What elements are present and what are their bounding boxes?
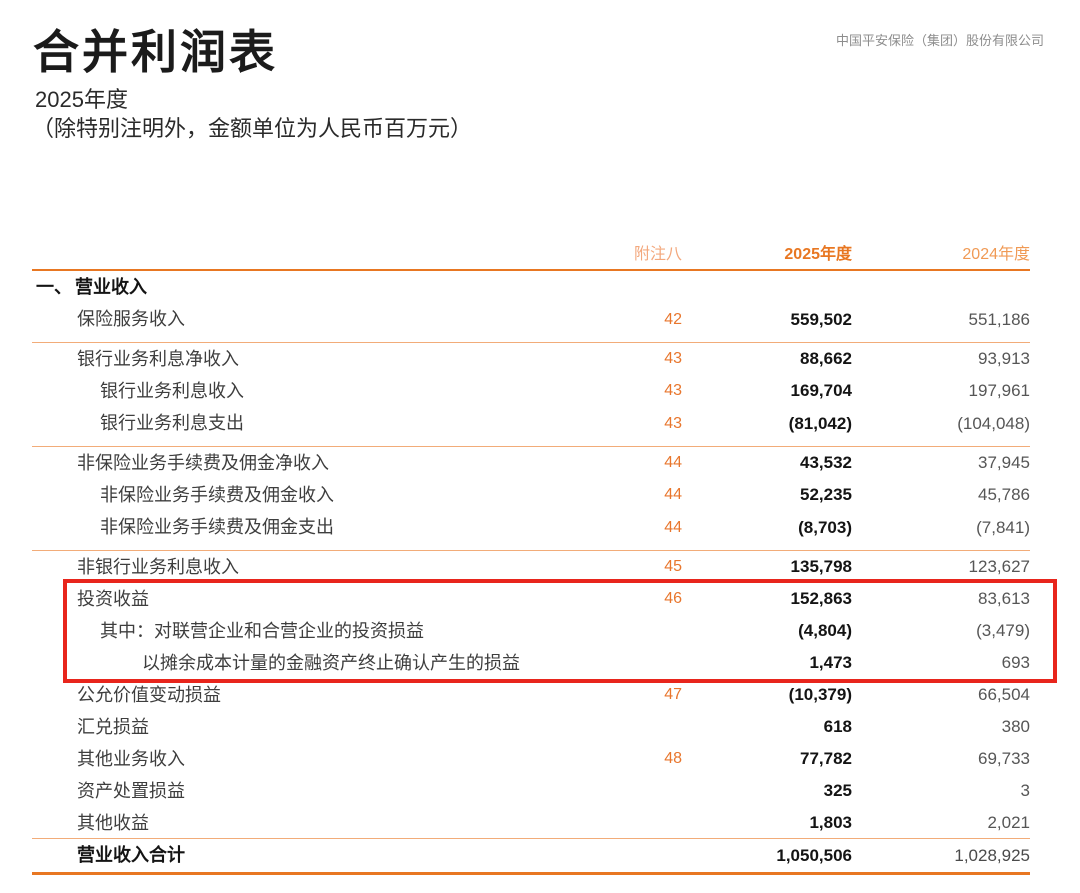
table-row: 公允价值变动损益 47 (10,379) 66,504 [32, 679, 1030, 711]
value-2024: 93,913 [978, 349, 1030, 368]
value-2024: 123,627 [968, 557, 1030, 576]
section-marker: 一、 [36, 277, 72, 297]
col-2025-header: 2025年度 [784, 246, 852, 263]
section-row-operating-income: 一、 营业收入 [32, 271, 1030, 303]
row-label: 公允价值变动损益 [77, 685, 221, 705]
table-row: 非银行业务利息收入 45 135,798 123,627 [32, 551, 1030, 583]
table-row: 银行业务利息支出 43 (81,042) (104,048) [32, 407, 1030, 447]
table-row: 银行业务利息收入 43 169,704 197,961 [32, 375, 1030, 407]
value-2025: (4,804) [798, 621, 852, 640]
col-2024-header: 2024年度 [962, 246, 1030, 263]
table-row: 其他收益 1,803 2,021 [32, 807, 1030, 839]
value-2024: 2,021 [987, 813, 1030, 832]
value-2024: 69,733 [978, 749, 1030, 768]
value-2024: 66,504 [978, 685, 1030, 704]
table-row: 非保险业务手续费及佣金支出 44 (8,703) (7,841) [32, 511, 1030, 551]
value-2025: 169,704 [790, 381, 852, 400]
value-2024: 693 [1001, 653, 1030, 672]
row-label: 银行业务利息收入 [100, 381, 244, 401]
note-ref: 47 [664, 686, 682, 703]
value-2025: 1,803 [809, 813, 852, 832]
value-2025: 1,473 [809, 653, 852, 672]
row-label: 以摊余成本计量的金融资产终止确认产生的损益 [142, 653, 520, 673]
row-label: 其他业务收入 [77, 749, 185, 769]
note-ref: 43 [664, 382, 682, 399]
value-2025: 88,662 [800, 349, 852, 368]
income-statement-table: 附注八 2025年度 2024年度 一、 营业收入 保险服务收入 42 559,… [32, 243, 1030, 875]
note-ref [602, 711, 682, 743]
note-ref [602, 807, 682, 838]
value-2025: (10,379) [788, 685, 852, 704]
value-2025: 325 [823, 781, 852, 800]
note-ref [602, 839, 682, 872]
row-label: 银行业务利息净收入 [77, 349, 239, 369]
note-ref: 43 [664, 415, 682, 432]
note-ref: 46 [664, 590, 682, 607]
note-ref: 42 [664, 311, 682, 328]
value-2024: 380 [1001, 717, 1030, 736]
row-label: 资产处置损益 [77, 781, 185, 801]
table-row: 以摊余成本计量的金融资产终止确认产生的损益 1,473 693 [32, 647, 1030, 679]
note-ref [602, 615, 682, 647]
row-label: 非保险业务手续费及佣金支出 [100, 517, 334, 537]
value-2024: 197,961 [968, 381, 1030, 400]
note-ref: 44 [664, 454, 682, 471]
unit-note: （除特别注明外，金额单位为人民币百万元） [32, 116, 473, 141]
note-ref [602, 647, 682, 679]
table-row: 资产处置损益 325 3 [32, 775, 1030, 807]
row-label: 银行业务利息支出 [100, 413, 244, 433]
value-2025: (8,703) [798, 518, 852, 537]
table-row: 银行业务利息净收入 43 88,662 93,913 [32, 343, 1030, 375]
value-2024: 37,945 [978, 453, 1030, 472]
value-2025: 77,782 [800, 749, 852, 768]
note-ref: 43 [664, 350, 682, 367]
note-ref: 45 [664, 558, 682, 575]
value-2025: 618 [823, 717, 852, 736]
value-2024: (7,841) [976, 518, 1030, 537]
value-2025: 559,502 [790, 310, 852, 329]
report-page: 合并利润表 2025年度 （除特别注明外，金额单位为人民币百万元） 中国平安保险… [0, 0, 1080, 893]
table-row: 其他业务收入 48 77,782 69,733 [32, 743, 1030, 775]
row-label: 其他收益 [77, 813, 149, 833]
table-row: 非保险业务手续费及佣金收入 44 52,235 45,786 [32, 479, 1030, 511]
row-label: 保险服务收入 [77, 309, 185, 329]
table-row: 非保险业务手续费及佣金净收入 44 43,532 37,945 [32, 447, 1030, 479]
table-row-investment-income: 投资收益 46 152,863 83,613 [32, 583, 1030, 615]
table-header: 附注八 2025年度 2024年度 [32, 243, 1030, 271]
header-spacer [32, 243, 602, 269]
company-name: 中国平安保险（集团）股份有限公司 [835, 33, 1044, 48]
row-label: 其中：对联营企业和合营企业的投资损益 [100, 621, 424, 641]
note-ref: 48 [664, 750, 682, 767]
row-label: 投资收益 [77, 589, 149, 609]
table-row: 其中：对联营企业和合营企业的投资损益 (4,804) (3,479) [32, 615, 1030, 647]
note-ref: 44 [664, 486, 682, 503]
table-row: 汇兑损益 618 380 [32, 711, 1030, 743]
value-2024: 3 [1020, 781, 1030, 800]
report-period: 2025年度 [35, 87, 128, 112]
col-note-header: 附注八 [633, 246, 682, 263]
value-2024: 1,028,925 [954, 846, 1030, 865]
value-2025: 135,798 [790, 557, 852, 576]
value-2024: (3,479) [976, 621, 1030, 640]
value-2024: (104,048) [957, 414, 1030, 433]
table-row: 保险服务收入 42 559,502 551,186 [32, 303, 1030, 343]
value-2025: 52,235 [800, 485, 852, 504]
value-2024: 83,613 [978, 589, 1030, 608]
value-2025: 1,050,506 [776, 846, 852, 865]
row-label: 营业收入合计 [77, 845, 185, 865]
row-label: 非银行业务利息收入 [77, 557, 239, 577]
row-label: 汇兑损益 [77, 717, 149, 737]
value-2024: 551,186 [968, 310, 1030, 329]
value-2024: 45,786 [978, 485, 1030, 504]
total-row: 营业收入合计 1,050,506 1,028,925 [32, 839, 1030, 875]
row-label: 非保险业务手续费及佣金收入 [100, 485, 334, 505]
section-label: 营业收入 [75, 277, 147, 297]
note-ref: 44 [664, 519, 682, 536]
note-ref [602, 775, 682, 807]
value-2025: 43,532 [800, 453, 852, 472]
row-label: 非保险业务手续费及佣金净收入 [77, 453, 329, 473]
value-2025: (81,042) [788, 414, 852, 433]
value-2025: 152,863 [790, 589, 852, 608]
page-title: 合并利润表 [33, 26, 278, 78]
